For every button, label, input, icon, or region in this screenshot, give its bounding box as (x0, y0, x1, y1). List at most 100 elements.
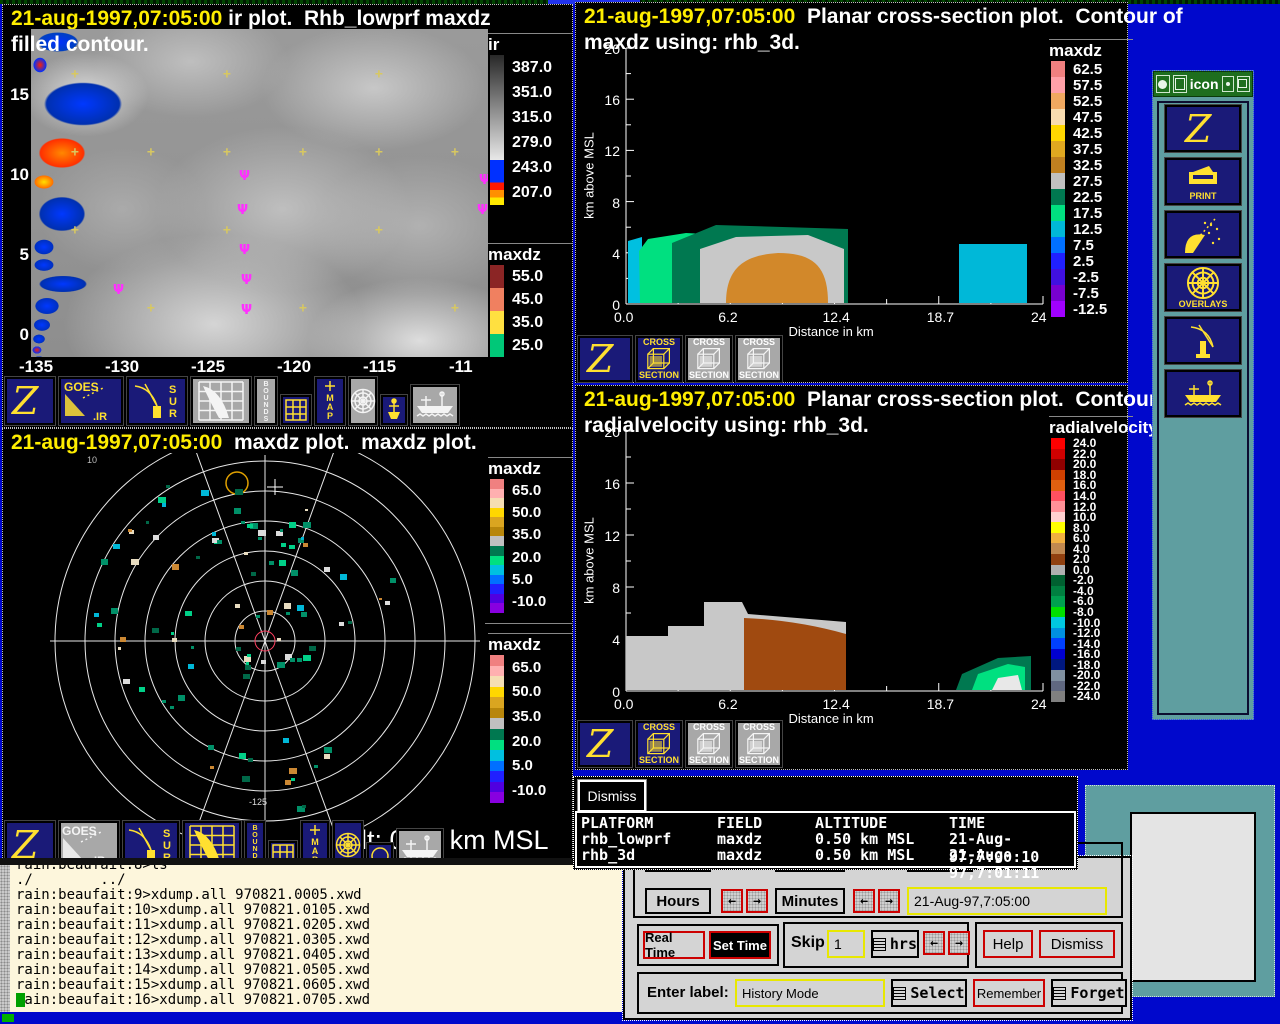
xs2-x-tick: 18.7 (927, 696, 954, 712)
xs1-cbar-segment (1051, 157, 1065, 173)
xs1-toolbar-crosssec-button[interactable]: CROSSSECTION (736, 336, 782, 382)
remember-button[interactable]: Remember (973, 979, 1045, 1007)
skip-units-button[interactable]: hrs (871, 930, 919, 958)
skip-back-button[interactable]: ← (923, 931, 945, 955)
desktop-corner-mark (2, 1014, 14, 1022)
xs2-x-tick: 0.0 (614, 696, 633, 712)
terminal-line: rain:beaufait:8>ls (16, 858, 370, 873)
iconwin-radarant-button[interactable] (1165, 317, 1241, 364)
minutes-decrement-button[interactable]: ← (853, 889, 875, 913)
ir-toolbar-buoy-button[interactable] (381, 395, 407, 425)
ppi-cbar1-segment (490, 594, 504, 604)
section-label: SECTION (689, 756, 729, 765)
ppi-cbar1-tick: -10.0 (512, 591, 546, 613)
ir-toolbar-grid-button[interactable] (281, 395, 311, 425)
xs1-cbar-segment (1051, 93, 1065, 109)
ir-toolbar-gridradar-button[interactable] (191, 377, 251, 425)
xs2-cbar-tick: -24.0 (1073, 691, 1100, 702)
minutes-increment-button[interactable]: → (878, 889, 900, 913)
map-icon: MAP (319, 380, 341, 422)
iconwin-zebra-button[interactable]: Z (1165, 105, 1241, 152)
skip-input[interactable]: 1 (827, 930, 865, 958)
xs2-toolbar-zebra-button[interactable]: Z (578, 721, 632, 767)
window-menu-button[interactable] (1156, 75, 1170, 93)
terminal-line: rain:beaufait:13>xdump.all 970821.0405.x… (16, 948, 370, 963)
precip-blob (31, 317, 53, 333)
hours-button[interactable]: Hours (645, 888, 711, 914)
ppi-cbar2-segment (490, 792, 504, 803)
time-input[interactable]: 21-Aug-97,7:05:00 (907, 887, 1107, 915)
svg-text:R: R (169, 408, 177, 420)
terminal-window[interactable]: rain:beaufait:8>ls./ ../rain:beaufait:9>… (0, 858, 622, 1012)
time-dismiss-button[interactable]: Dismiss (1039, 930, 1115, 958)
grid-plus-mark: + (71, 223, 79, 238)
popup-cell: 21-Aug-97,7:01:11 (949, 846, 1074, 882)
xs1-y-tick: 4 (600, 246, 620, 262)
ir-toolbar-goes-button[interactable]: GOES.IR (59, 377, 123, 425)
hours-decrement-button[interactable]: ← (721, 889, 743, 913)
ir-x-tick: -135 (19, 357, 53, 377)
xs2-x-axis-label: Distance in km (789, 711, 874, 726)
xs1-cbar-segment (1051, 237, 1065, 253)
ir-toolbar-bounds-button[interactable]: BOUNDS (255, 377, 277, 425)
window-dot-button[interactable] (1222, 76, 1234, 92)
ppi-cbar2-segment (490, 708, 504, 719)
minutes-button[interactable]: Minutes (775, 888, 845, 914)
xs1-cbar-segment (1051, 141, 1065, 157)
hours-increment-button[interactable]: → (746, 889, 768, 913)
ir-toolbar-map-button[interactable]: MAP (315, 377, 345, 425)
xs1-toolbar-zebra-button[interactable]: Z (578, 336, 632, 382)
ir-toolbar-sur-button[interactable]: SUR (127, 377, 187, 425)
xs2-toolbar-crosssec-button[interactable]: CROSSSECTION (686, 721, 732, 767)
xs2-cbar-segment (1051, 681, 1065, 692)
xs1-toolbar-crosssec-button[interactable]: CROSSSECTION (686, 336, 732, 382)
ppi-tiny-label-bottom: -125 (249, 797, 267, 807)
ir-toolbar-rings-button[interactable] (349, 377, 377, 425)
precip-blob (31, 273, 95, 295)
select-button[interactable]: Select (891, 979, 967, 1007)
xs1-toolbar-crosssec-button[interactable]: CROSSSECTION (636, 336, 682, 382)
window-zoom-button[interactable] (1237, 76, 1250, 92)
ir-y-tick: 5 (9, 245, 29, 265)
satellite-ir-image[interactable]: +++++++++++++++ΨΨΨΨΨΨΨΨ (31, 29, 488, 357)
iconwin-satdish-button[interactable] (1165, 211, 1241, 258)
set-time-button[interactable]: Set Time (709, 931, 771, 959)
cross-section-maxdz-window: 21-aug-1997,07:05:00 Planar cross-sectio… (575, 2, 1128, 383)
ir-toolbar-ship-button[interactable] (411, 385, 459, 425)
xs1-x-tick: 0.0 (614, 309, 633, 325)
terminal-scrollbar[interactable] (0, 865, 10, 1012)
real-time-button[interactable]: Real Time (643, 931, 705, 959)
iconwin-overlays-button[interactable]: OVERLAYS (1165, 264, 1241, 311)
ppi-plot-area[interactable] (3, 453, 488, 839)
menu-icon (873, 938, 886, 951)
label-input[interactable]: History Mode (735, 979, 885, 1007)
xs2-cbar-segment (1051, 438, 1065, 449)
grid-plus-mark: + (375, 223, 383, 238)
svg-text:Z: Z (1184, 109, 1212, 149)
precip-blob (31, 333, 47, 345)
gridradar-icon (195, 380, 247, 422)
ppi-cbar1-tick: 20.0 (512, 546, 546, 568)
forget-button[interactable]: Forget (1051, 979, 1127, 1007)
grid-icon (284, 398, 308, 422)
help-button[interactable]: Help (983, 930, 1033, 958)
iconwin-ship-button[interactable] (1165, 370, 1241, 417)
xs2-toolbar-crosssec-button[interactable]: CROSSSECTION (636, 721, 682, 767)
svg-text:S: S (163, 828, 170, 840)
ir-toolbar-zebra-button[interactable]: Z (5, 377, 55, 425)
popup-dismiss-button[interactable]: Dismiss (578, 780, 646, 812)
ppi-cbar2-segment (490, 687, 504, 698)
xs2-x-tick: 12.4 (823, 696, 850, 712)
skip-forward-button[interactable]: → (948, 931, 970, 955)
svg-text:MAP: MAP (326, 393, 334, 421)
rings-icon (350, 388, 376, 414)
icon-window-titlebar[interactable]: icon (1153, 71, 1253, 97)
ppi-cbar1-tick: 35.0 (512, 524, 546, 546)
print-icon (1183, 162, 1223, 192)
iconwin-print-button[interactable]: PRINT (1165, 158, 1241, 205)
precip-blob (31, 75, 135, 133)
window-iconify-button[interactable] (1173, 75, 1187, 93)
xs1-x-tick: 6.2 (718, 309, 737, 325)
xs2-cbar-segment (1051, 596, 1065, 607)
xs2-toolbar-crosssec-button[interactable]: CROSSSECTION (736, 721, 782, 767)
